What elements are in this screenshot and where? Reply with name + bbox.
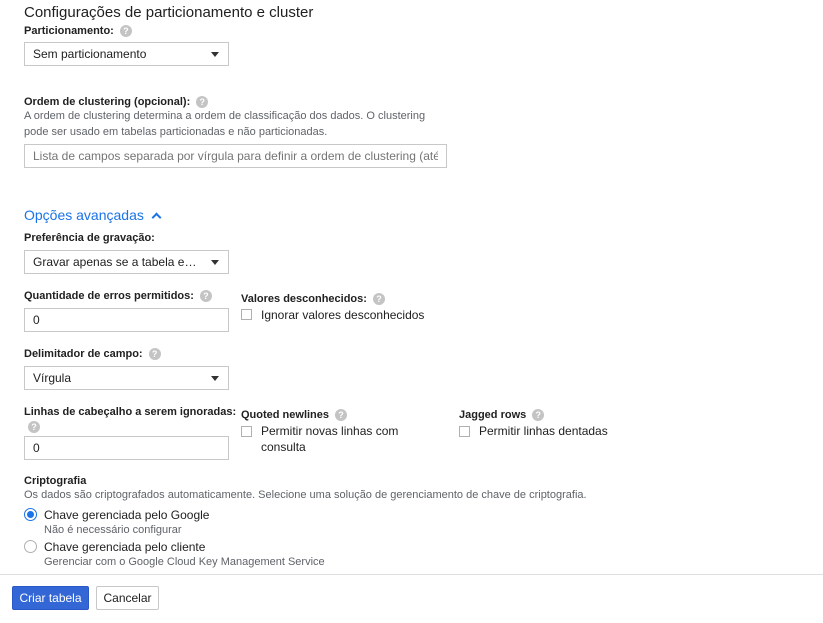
google-managed-key-label: Chave gerenciada pelo Google bbox=[44, 508, 210, 522]
help-icon[interactable]: ? bbox=[28, 420, 40, 433]
help-icon[interactable]: ? bbox=[532, 409, 545, 422]
clustering-input[interactable] bbox=[24, 144, 447, 168]
advanced-options-label: Opções avançadas bbox=[24, 207, 144, 223]
section-title: Configurações de particionamento e clust… bbox=[24, 4, 314, 21]
jagged-rows-checkbox[interactable] bbox=[459, 426, 470, 437]
quoted-newlines-label: Quoted newlines bbox=[241, 409, 330, 421]
cancel-button[interactable]: Cancelar bbox=[96, 586, 159, 610]
partitioning-label: Particionamento: bbox=[24, 25, 114, 37]
jagged-rows-label-row: Jagged rows? bbox=[459, 409, 545, 422]
partitioning-label-row: Particionamento:? bbox=[24, 25, 132, 38]
help-icon[interactable]: ? bbox=[119, 25, 132, 38]
help-icon[interactable]: ? bbox=[148, 348, 161, 361]
quoted-newlines-checkbox-label: Permitir novas linhas com consulta bbox=[261, 423, 398, 455]
ignore-unknown-values-checkbox[interactable] bbox=[241, 309, 252, 320]
write-preference-value: Gravar apenas se a tabela esti... bbox=[33, 255, 207, 269]
encryption-description: Os dados são criptografados automaticame… bbox=[24, 489, 587, 501]
unknown-values-label-row: Valores desconhecidos:? bbox=[241, 293, 385, 306]
write-preference-select[interactable]: Gravar apenas se a tabela esti... bbox=[24, 250, 229, 274]
write-preference-label: Preferência de gravação: bbox=[24, 232, 155, 244]
google-managed-key-sub: Não é necessário configurar bbox=[44, 524, 182, 536]
customer-managed-key-radio[interactable] bbox=[24, 540, 37, 553]
quoted-newlines-checkbox[interactable] bbox=[241, 426, 252, 437]
jagged-rows-label: Jagged rows bbox=[459, 409, 527, 421]
field-delimiter-value: Vírgula bbox=[33, 371, 72, 385]
errors-allowed-input[interactable] bbox=[24, 308, 229, 332]
field-delimiter-label: Delimitador de campo: bbox=[24, 348, 143, 360]
customer-managed-key-sub: Gerenciar com o Google Cloud Key Managem… bbox=[44, 556, 325, 568]
header-rows-input[interactable] bbox=[24, 436, 229, 460]
google-managed-key-radio[interactable] bbox=[24, 508, 37, 521]
jagged-rows-checkbox-label: Permitir linhas dentadas bbox=[479, 424, 608, 438]
header-rows-help-wrap: ? bbox=[28, 418, 40, 436]
partitioning-select-value: Sem particionamento bbox=[33, 47, 147, 61]
errors-allowed-label: Quantidade de erros permitidos: bbox=[24, 290, 194, 302]
errors-allowed-label-row: Quantidade de erros permitidos:? bbox=[24, 290, 212, 303]
dropdown-arrow-icon bbox=[211, 376, 219, 381]
quoted-newlines-label-row: Quoted newlines? bbox=[241, 409, 348, 422]
clustering-description: A ordem de clustering determina a ordem … bbox=[24, 110, 426, 138]
quoted-newlines-text-line1: Permitir novas linhas com bbox=[261, 424, 399, 438]
unknown-values-label: Valores desconhecidos: bbox=[241, 293, 367, 305]
dropdown-arrow-icon bbox=[211, 52, 219, 57]
partitioning-select[interactable]: Sem particionamento bbox=[24, 42, 229, 66]
field-delimiter-select[interactable]: Vírgula bbox=[24, 366, 229, 390]
quoted-newlines-text-line2: consulta bbox=[261, 440, 306, 454]
field-delimiter-label-row: Delimitador de campo:? bbox=[24, 348, 161, 361]
clustering-label-row: Ordem de clustering (opcional):? bbox=[24, 96, 209, 109]
customer-managed-key-label: Chave gerenciada pelo cliente bbox=[44, 540, 206, 554]
clustering-label: Ordem de clustering (opcional): bbox=[24, 96, 191, 108]
chevron-up-icon bbox=[151, 212, 162, 223]
encryption-title: Criptografia bbox=[24, 475, 87, 487]
help-icon[interactable]: ? bbox=[335, 409, 348, 422]
header-rows-label: Linhas de cabeçalho a serem ignoradas: bbox=[24, 406, 237, 418]
dropdown-arrow-icon bbox=[211, 260, 219, 265]
create-table-button[interactable]: Criar tabela bbox=[12, 586, 89, 610]
ignore-unknown-values-label: Ignorar valores desconhecidos bbox=[261, 308, 425, 322]
help-icon[interactable]: ? bbox=[196, 96, 209, 109]
help-icon[interactable]: ? bbox=[372, 293, 385, 306]
advanced-options-toggle[interactable]: Opções avançadas bbox=[24, 207, 162, 223]
help-icon[interactable]: ? bbox=[199, 290, 212, 303]
